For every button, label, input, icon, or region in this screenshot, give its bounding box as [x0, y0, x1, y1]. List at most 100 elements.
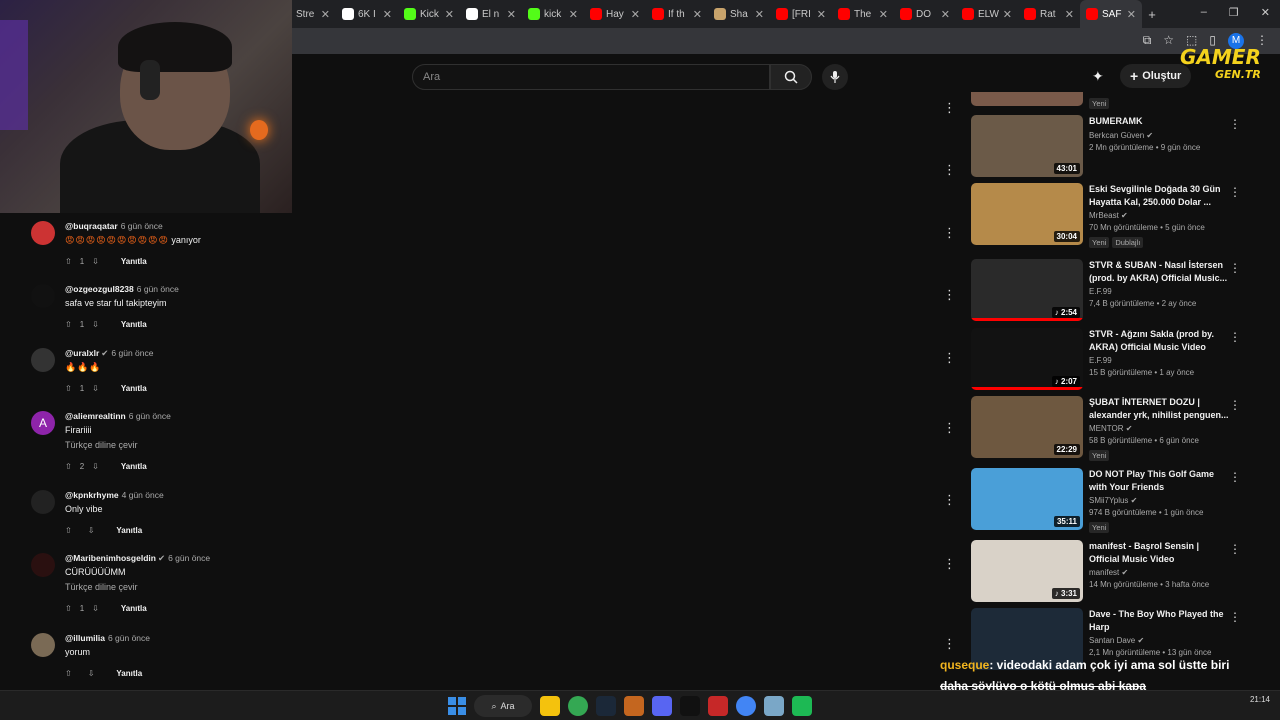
comment-time[interactable]: 6 gün önce — [129, 411, 171, 421]
browser-tab[interactable]: Sha ✕ — [708, 0, 770, 28]
browser-tab[interactable]: 6K I ✕ — [336, 0, 398, 28]
comment-username[interactable]: @uralxlr — [65, 348, 99, 358]
tab-close-icon[interactable]: ✕ — [631, 8, 640, 21]
tab-close-icon[interactable]: ✕ — [507, 8, 516, 21]
video-menu-icon[interactable]: ⋮ — [1229, 330, 1241, 344]
reply-button[interactable]: Yanıtla — [121, 384, 147, 393]
new-tab-button[interactable]: + — [1142, 7, 1162, 22]
commenter-avatar[interactable] — [31, 284, 55, 308]
video-thumbnail[interactable]: 43:01 — [971, 115, 1083, 177]
video-menu-icon[interactable]: ⋮ — [1229, 117, 1241, 131]
comment-time[interactable]: 6 gün önce — [111, 348, 153, 358]
video-channel[interactable]: E.F.99 — [1089, 287, 1229, 296]
video-thumbnail[interactable]: ♪ 3:31 — [971, 540, 1083, 602]
video-card[interactable]: 22:29 ŞUBAT İNTERNET DOZU | alexander yrk… — [971, 396, 1251, 461]
reply-button[interactable]: Yanıtla — [116, 669, 142, 678]
tab-close-icon[interactable]: ✕ — [1065, 8, 1074, 21]
maximize-icon[interactable]: ❐ — [1229, 6, 1239, 19]
reply-button[interactable]: Yanıtla — [121, 257, 147, 266]
commenter-avatar[interactable] — [31, 221, 55, 245]
commenter-avatar[interactable] — [31, 490, 55, 514]
reply-button[interactable]: Yanıtla — [121, 320, 147, 329]
reply-button[interactable]: Yanıtla — [121, 462, 147, 471]
video-channel[interactable]: Santan Dave ✔ — [1089, 636, 1229, 645]
video-card[interactable]: ♪ 2:54 STVR & SUBAN - Nasıl İstersen (pro… — [971, 259, 1251, 323]
comment-time[interactable]: 6 gün önce — [137, 284, 179, 294]
video-menu-icon[interactable]: ⋮ — [1229, 185, 1241, 199]
comment-username[interactable]: @illumilia — [65, 633, 105, 643]
game-icon[interactable] — [624, 696, 644, 716]
video-title[interactable]: DO NOT Play This Golf Game with Your Fri… — [1089, 468, 1229, 493]
dislike-icon[interactable]: ⇩ — [92, 384, 99, 393]
video-channel[interactable]: manifest ✔ — [1089, 568, 1229, 577]
video-channel[interactable]: MENTOR ✔ — [1089, 424, 1229, 433]
channel-name[interactable]: manifest — [1089, 568, 1119, 577]
comment-username[interactable]: @ozgeozgul8238 — [65, 284, 134, 294]
video-thumbnail[interactable]: 22:29 — [971, 396, 1083, 458]
video-channel[interactable]: Berkcan Güven ✔ — [1089, 131, 1229, 140]
video-title[interactable]: STVR - Ağzını Sakla (prod by. AKRA) Offi… — [1089, 328, 1229, 353]
tab-close-icon[interactable]: ✕ — [693, 8, 702, 21]
tab-close-icon[interactable]: ✕ — [817, 8, 826, 21]
video-title[interactable]: Dave - The Boy Who Played the Harp — [1089, 608, 1229, 633]
search-button[interactable] — [770, 64, 812, 90]
tab-close-icon[interactable]: ✕ — [1003, 8, 1012, 21]
video-menu-icon[interactable]: ⋮ — [1229, 261, 1241, 275]
channel-name[interactable]: Santan Dave — [1089, 636, 1135, 645]
commenter-avatar[interactable] — [31, 553, 55, 577]
translate-link[interactable]: Türkçe diline çevir — [65, 440, 138, 450]
premium-sparkle-icon[interactable]: ✦ — [1092, 68, 1104, 85]
taskbar-search-button[interactable]: ⌕ Ara — [474, 695, 532, 717]
voice-search-button[interactable] — [822, 64, 848, 90]
video-card[interactable]: ♪ 3:31 manifest - Başrol Sensin | Officia… — [971, 540, 1251, 604]
channel-name[interactable]: MrBeast — [1089, 211, 1119, 220]
video-menu-icon[interactable]: ⋮ — [1229, 610, 1241, 624]
more-options-icon[interactable]: ⋮ — [943, 162, 956, 178]
video-card[interactable]: ♪ 2:07 STVR - Ağzını Sakla (prod by. AKRA… — [971, 328, 1251, 392]
more-options-icon[interactable]: ⋮ — [943, 492, 956, 508]
commenter-avatar[interactable]: A — [31, 411, 55, 435]
browser-tab[interactable]: The ✕ — [832, 0, 894, 28]
video-title[interactable]: STVR & SUBAN - Nasıl İstersen (prod. by … — [1089, 259, 1229, 284]
browser-tab[interactable]: Hay ✕ — [584, 0, 646, 28]
comment-username[interactable]: @aliemrealtinn — [65, 411, 126, 421]
comment-time[interactable]: 6 gün önce — [108, 633, 150, 643]
more-options-icon[interactable]: ⋮ — [943, 636, 956, 652]
like-icon[interactable]: ⇧ — [65, 384, 72, 393]
streamer-tool-icon[interactable] — [708, 696, 728, 716]
video-menu-icon[interactable]: ⋮ — [1229, 542, 1241, 556]
settings-icon[interactable] — [764, 696, 784, 716]
more-options-icon[interactable]: ⋮ — [943, 556, 956, 572]
comment-time[interactable]: 6 gün önce — [168, 553, 210, 563]
browser-tab[interactable]: [FRI ✕ — [770, 0, 832, 28]
browser-tab[interactable]: DO ✕ — [894, 0, 956, 28]
translate-link[interactable]: Türkçe diline çevir — [65, 582, 138, 592]
commenter-avatar[interactable] — [31, 633, 55, 657]
video-card[interactable]: 30:04 Eski Sevgilinle Doğada 30 Gün Hayat… — [971, 183, 1251, 248]
spotify-icon[interactable] — [792, 696, 812, 716]
tab-close-icon[interactable]: ✕ — [383, 8, 392, 21]
like-icon[interactable]: ⇧ — [65, 320, 72, 329]
video-menu-icon[interactable]: ⋮ — [1229, 470, 1241, 484]
comment-username[interactable]: @Maribenimhosgeldin — [65, 553, 156, 563]
dislike-icon[interactable]: ⇩ — [88, 669, 95, 678]
tab-close-icon[interactable]: ✕ — [879, 8, 888, 21]
bookmark-star-icon[interactable]: ☆ — [1163, 33, 1174, 49]
more-options-icon[interactable]: ⋮ — [943, 287, 956, 303]
chrome-icon[interactable] — [568, 696, 588, 716]
channel-name[interactable]: E.F.99 — [1089, 287, 1112, 296]
comment-username[interactable]: @buqraqatar — [65, 221, 118, 231]
video-thumbnail[interactable]: 35:11 — [971, 468, 1083, 530]
browser-tab[interactable]: ELW ✕ — [956, 0, 1018, 28]
commenter-avatar[interactable] — [31, 348, 55, 372]
install-app-icon[interactable]: ⧉ — [1143, 33, 1152, 49]
more-options-icon[interactable]: ⋮ — [943, 350, 956, 366]
browser-tab[interactable]: Kick ✕ — [398, 0, 460, 28]
tab-close-icon[interactable]: ✕ — [569, 8, 578, 21]
channel-name[interactable]: SMii7Yplus — [1089, 496, 1128, 505]
video-thumbnail[interactable]: ♪ 2:07 — [971, 328, 1083, 390]
browser-tab[interactable]: kick ✕ — [522, 0, 584, 28]
tab-close-icon[interactable]: ✕ — [321, 8, 330, 21]
comment-time[interactable]: 4 gün önce — [122, 490, 164, 500]
video-thumbnail[interactable]: ♪ 2:54 — [971, 259, 1083, 321]
